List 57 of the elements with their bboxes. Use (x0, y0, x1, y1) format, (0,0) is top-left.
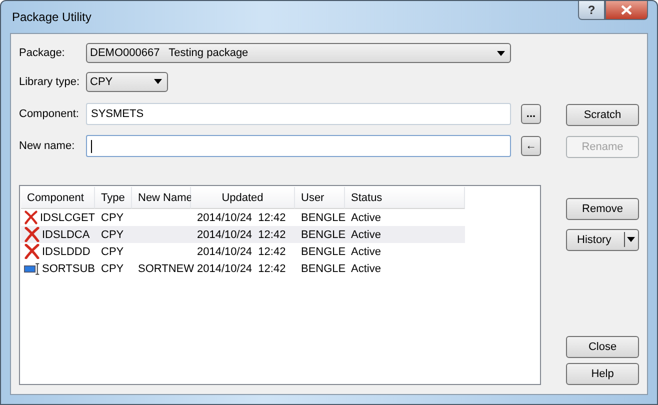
column-header[interactable]: Updated (191, 187, 295, 209)
table-cell: 2014/10/24 12:42 (197, 246, 286, 258)
table-cell: BENGLE (301, 246, 346, 258)
new-name-label: New name: (19, 140, 76, 152)
table-cell: 2014/10/24 12:42 (197, 262, 286, 274)
close-icon (621, 5, 632, 15)
table-cell: IDSLDCA (42, 228, 90, 240)
component-field[interactable]: SYSMETS (86, 103, 511, 125)
table-cell: BENGLE (301, 262, 346, 274)
table-cell: CPY (101, 262, 124, 274)
table-cell: Active (351, 212, 381, 224)
apply-button[interactable]: ← (521, 136, 541, 156)
help-button[interactable]: Help (566, 363, 639, 385)
list-row[interactable]: IDSLDDD CPY 2014/10/24 12:42 BENGLE Active (21, 243, 465, 260)
library-type-label: Library type: (19, 76, 81, 88)
column-header[interactable]: Component (21, 187, 95, 209)
list-row[interactable]: SORTSUB CPY SORTNEW 2014/10/24 12:42 BENGLE Active (21, 260, 465, 277)
remove-button[interactable]: Remove (566, 198, 639, 220)
dropdown-arrow-icon (627, 237, 635, 242)
help-button[interactable]: ? (578, 1, 605, 20)
table-cell: CPY (101, 212, 124, 224)
list-row[interactable]: IDSLCGET CPY 2014/10/24 12:42 BENGLE Active (21, 209, 465, 226)
cross-icon (24, 227, 40, 242)
history-button[interactable]: History (566, 228, 639, 250)
cross-icon (24, 210, 38, 225)
table-cell: SORTSUB (42, 262, 95, 274)
new-name-field[interactable] (86, 135, 511, 157)
column-header[interactable]: Type (95, 187, 132, 209)
cross-icon (24, 244, 40, 259)
scratch-button[interactable]: Scratch (566, 104, 639, 126)
table-cell: 2014/10/24 12:42 (197, 212, 286, 224)
column-header[interactable]: User (295, 187, 345, 209)
library-type-dropdown[interactable]: CPY (86, 72, 168, 92)
package-dropdown[interactable]: DEMO000667 Testing package (86, 43, 511, 63)
table-cell: Active (351, 262, 381, 274)
list-row[interactable]: IDSLDCA CPY 2014/10/24 12:42 BENGLE Active (21, 226, 465, 243)
table-cell: BENGLE (301, 228, 346, 240)
component-label: Component: (19, 108, 80, 120)
window-title: Package Utility (11, 10, 92, 24)
dropdown-arrow-icon (497, 50, 505, 56)
column-header[interactable]: Status (345, 187, 465, 209)
table-cell: Active (351, 246, 381, 258)
column-header[interactable]: New Name (132, 187, 191, 209)
table-cell: CPY (101, 246, 124, 258)
table-cell: BENGLE (301, 212, 346, 224)
table-cell: Active (351, 228, 381, 240)
table-cell: CPY (101, 228, 124, 240)
close-button[interactable]: Close (566, 336, 639, 358)
dropdown-arrow-icon (154, 79, 162, 84)
table-cell: IDSLDDD (42, 246, 90, 258)
browse-button[interactable]: ... (521, 104, 541, 124)
package-label: Package: (19, 47, 66, 59)
text-field-icon (24, 262, 40, 276)
table-cell: SORTNEW (138, 262, 194, 274)
table-cell: 2014/10/24 12:42 (197, 228, 286, 240)
close-button[interactable] (605, 1, 648, 20)
table-cell: IDSLCGET (40, 212, 95, 224)
